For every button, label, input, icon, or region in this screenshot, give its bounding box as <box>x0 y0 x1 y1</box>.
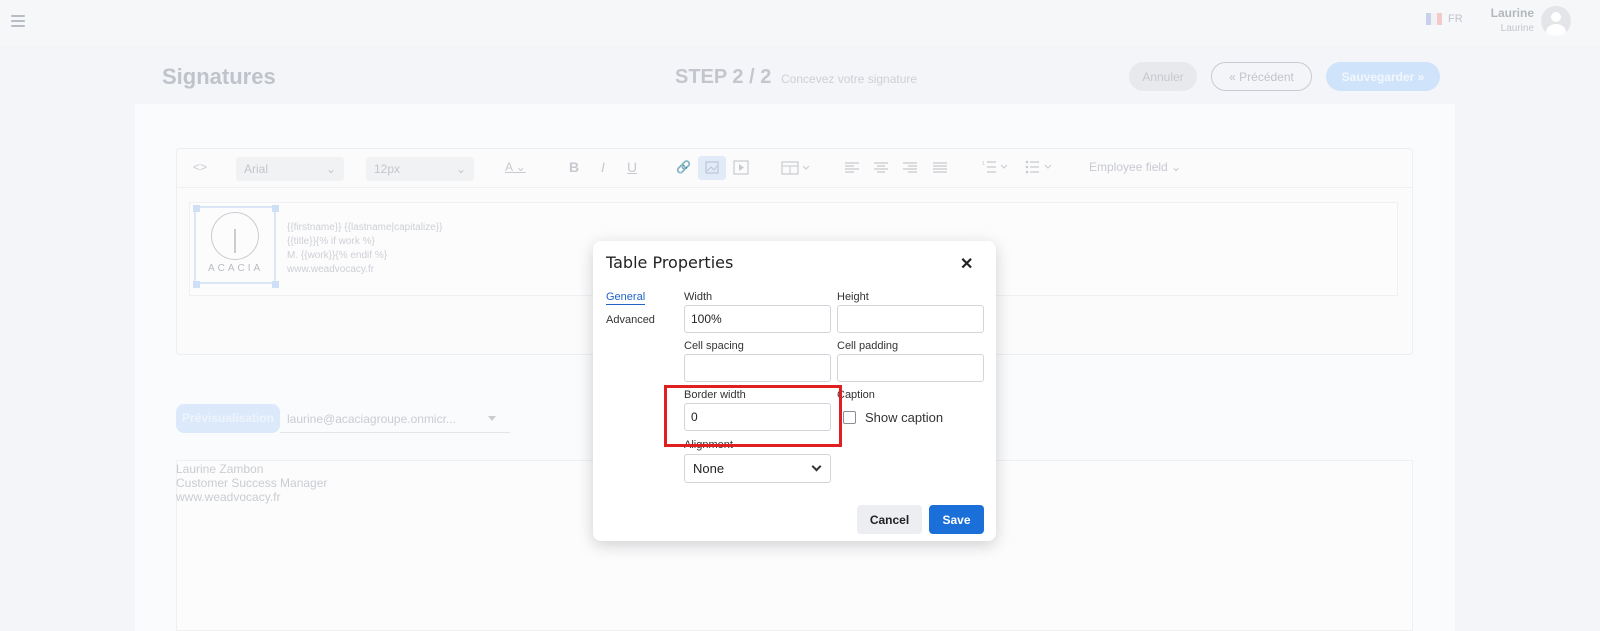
insert-image-icon[interactable] <box>698 156 726 180</box>
align-justify-icon[interactable] <box>933 161 947 179</box>
template-line: {{title}}{% if work %} <box>287 236 375 247</box>
border-width-input[interactable] <box>684 403 831 431</box>
text-color-icon[interactable]: A ⌄ <box>505 160 526 174</box>
close-icon[interactable]: ✕ <box>960 254 973 274</box>
link-icon[interactable]: 🔗 <box>676 160 691 174</box>
preview-line: www.weadvocacy.fr <box>176 490 281 504</box>
template-line: M. {{work}}{% endif %} <box>287 250 388 261</box>
align-left-icon[interactable] <box>845 161 859 179</box>
table-icon[interactable] <box>781 160 811 181</box>
user-info[interactable]: Laurine Laurine <box>1480 6 1534 34</box>
cancel-button[interactable]: Cancel <box>857 505 922 534</box>
sauvegarder-label: Sauvegarder <box>1341 69 1415 84</box>
preview-line: Laurine Zambon <box>176 462 264 476</box>
top-bar <box>0 0 1600 46</box>
tab-general[interactable]: General <box>606 291 646 305</box>
resize-handle[interactable] <box>193 281 200 288</box>
dialog-title: Table Properties <box>606 253 734 272</box>
align-center-icon[interactable] <box>874 161 888 179</box>
cell-spacing-label: Cell spacing <box>684 340 744 352</box>
save-button[interactable]: Save <box>929 505 984 534</box>
table-properties-dialog <box>593 241 996 541</box>
language-label: FR <box>1448 13 1463 25</box>
align-right-icon[interactable] <box>903 161 917 179</box>
resize-handle[interactable] <box>272 281 279 288</box>
precedent-button[interactable]: « Précédent <box>1211 62 1312 91</box>
preview-email-value: laurine@acaciagroupe.onmicr... <box>287 412 456 426</box>
height-label: Height <box>837 291 869 303</box>
menu-icon[interactable] <box>11 15 25 27</box>
alignment-label: Alignment <box>684 439 733 451</box>
template-line: www.weadvocacy.fr <box>287 264 375 275</box>
logo-wordmark: ACACIA <box>208 263 264 274</box>
border-width-label: Border width <box>684 389 746 401</box>
preview-line: Customer Success Manager <box>176 476 328 490</box>
sauvegarder-button[interactable]: Sauvegarder » <box>1326 62 1440 91</box>
step-indicator: STEP 2 / 2 <box>675 66 772 88</box>
caption-label: Caption <box>837 389 875 401</box>
width-label: Width <box>684 291 713 303</box>
show-caption-label[interactable]: Show caption <box>865 410 943 425</box>
font-size-value: 12px <box>374 162 401 176</box>
tab-advanced[interactable]: Advanced <box>606 314 655 326</box>
svg-text:1: 1 <box>982 161 985 167</box>
step-subtitle: Concevez votre signature <box>781 72 918 86</box>
page-title: Signatures <box>162 64 276 89</box>
caret-down-icon <box>488 416 496 421</box>
cell-padding-input[interactable] <box>837 354 984 382</box>
height-input[interactable] <box>837 305 984 333</box>
preview-email-select[interactable]: laurine@acaciagroupe.onmicr... <box>280 404 510 433</box>
preview-signature: Laurine Zambon Customer Success Manager … <box>176 462 327 504</box>
cell-padding-label: Cell padding <box>837 340 899 352</box>
employee-field-label: Employee field <box>1089 160 1168 174</box>
font-family-select[interactable]: Arial ⌄ <box>236 157 344 181</box>
font-family-value: Arial <box>244 162 269 176</box>
language-selector[interactable]: FR <box>1426 13 1463 25</box>
underline-icon[interactable]: U <box>627 159 637 175</box>
bullet-list-icon[interactable] <box>1025 160 1055 179</box>
resize-handle[interactable] <box>272 205 279 212</box>
france-flag-icon <box>1426 13 1442 25</box>
source-code-icon[interactable]: <> <box>193 160 207 174</box>
employee-field-dropdown[interactable]: Employee field ⌄ <box>1089 160 1181 174</box>
user-subtitle: Laurine <box>1500 23 1534 34</box>
bold-icon[interactable]: B <box>569 159 579 175</box>
cell-spacing-input[interactable] <box>684 354 831 382</box>
resize-handle[interactable] <box>193 205 200 212</box>
show-caption-checkbox[interactable] <box>843 411 856 424</box>
insert-media-icon[interactable] <box>733 160 749 181</box>
alignment-select[interactable]: None <box>684 454 831 483</box>
avatar-icon[interactable] <box>1541 6 1571 36</box>
template-line: {{firstname}} {{lastname|capitalize}} <box>287 222 443 233</box>
numbered-list-icon[interactable]: 1 <box>982 160 1010 179</box>
width-input[interactable] <box>684 305 831 333</box>
font-size-select[interactable]: 12px ⌄ <box>366 157 474 181</box>
annuler-button[interactable]: Annuler <box>1129 62 1197 91</box>
preview-button[interactable]: Prévisualisation <box>176 404 280 433</box>
user-name: Laurine <box>1490 6 1534 20</box>
precedent-label: Précédent <box>1239 69 1294 84</box>
chevron-down-icon <box>811 461 822 472</box>
tree-logo-icon <box>211 212 259 260</box>
signature-template: {{firstname}} {{lastname|capitalize}} {{… <box>287 221 442 277</box>
alignment-value: None <box>693 461 725 476</box>
italic-icon[interactable]: I <box>601 159 605 175</box>
